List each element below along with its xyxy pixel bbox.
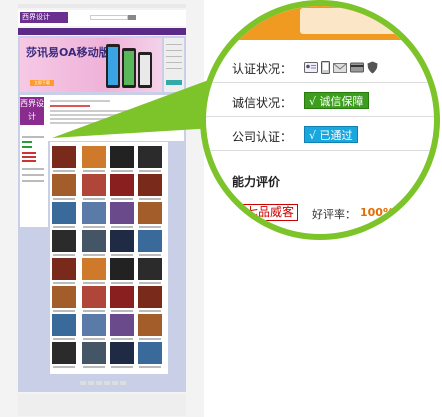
magnifier-circle: 认证状况： 诚信状况： √ 诚信保障 公司认证： √ 已通过 能力评价 七品威客… [200,0,440,240]
magnifier-top-patch [300,8,410,34]
id-card-icon[interactable] [304,61,318,74]
bank-card-icon[interactable] [350,61,364,74]
callout-arrow [52,78,214,138]
rating-label: 好评率： [312,208,356,221]
verify-row: 认证状况： [206,50,434,83]
envelope-icon[interactable] [333,61,347,74]
ability-title: 能力评价 [232,175,281,189]
rating-value: 100% [360,206,394,219]
verify-label: 认证状况： [232,62,293,76]
company-verify-row: 公司认证： √ 已通过 [206,118,434,151]
integrity-guarantee-badge[interactable]: √ 诚信保障 [304,92,369,109]
company-verify-label: 公司认证： [232,130,293,144]
shield-icon[interactable] [367,61,378,74]
integrity-row: 诚信状况： √ 诚信保障 [206,84,434,117]
integrity-label: 诚信状况： [232,96,293,110]
rank-tag-text: 七品威客 [246,205,295,219]
rank-tag-mark [240,205,244,220]
verified-badge[interactable]: √ 已通过 [304,126,358,143]
mobile-phone-icon[interactable] [321,61,330,74]
rank-tag[interactable]: 七品威客 [236,204,299,221]
